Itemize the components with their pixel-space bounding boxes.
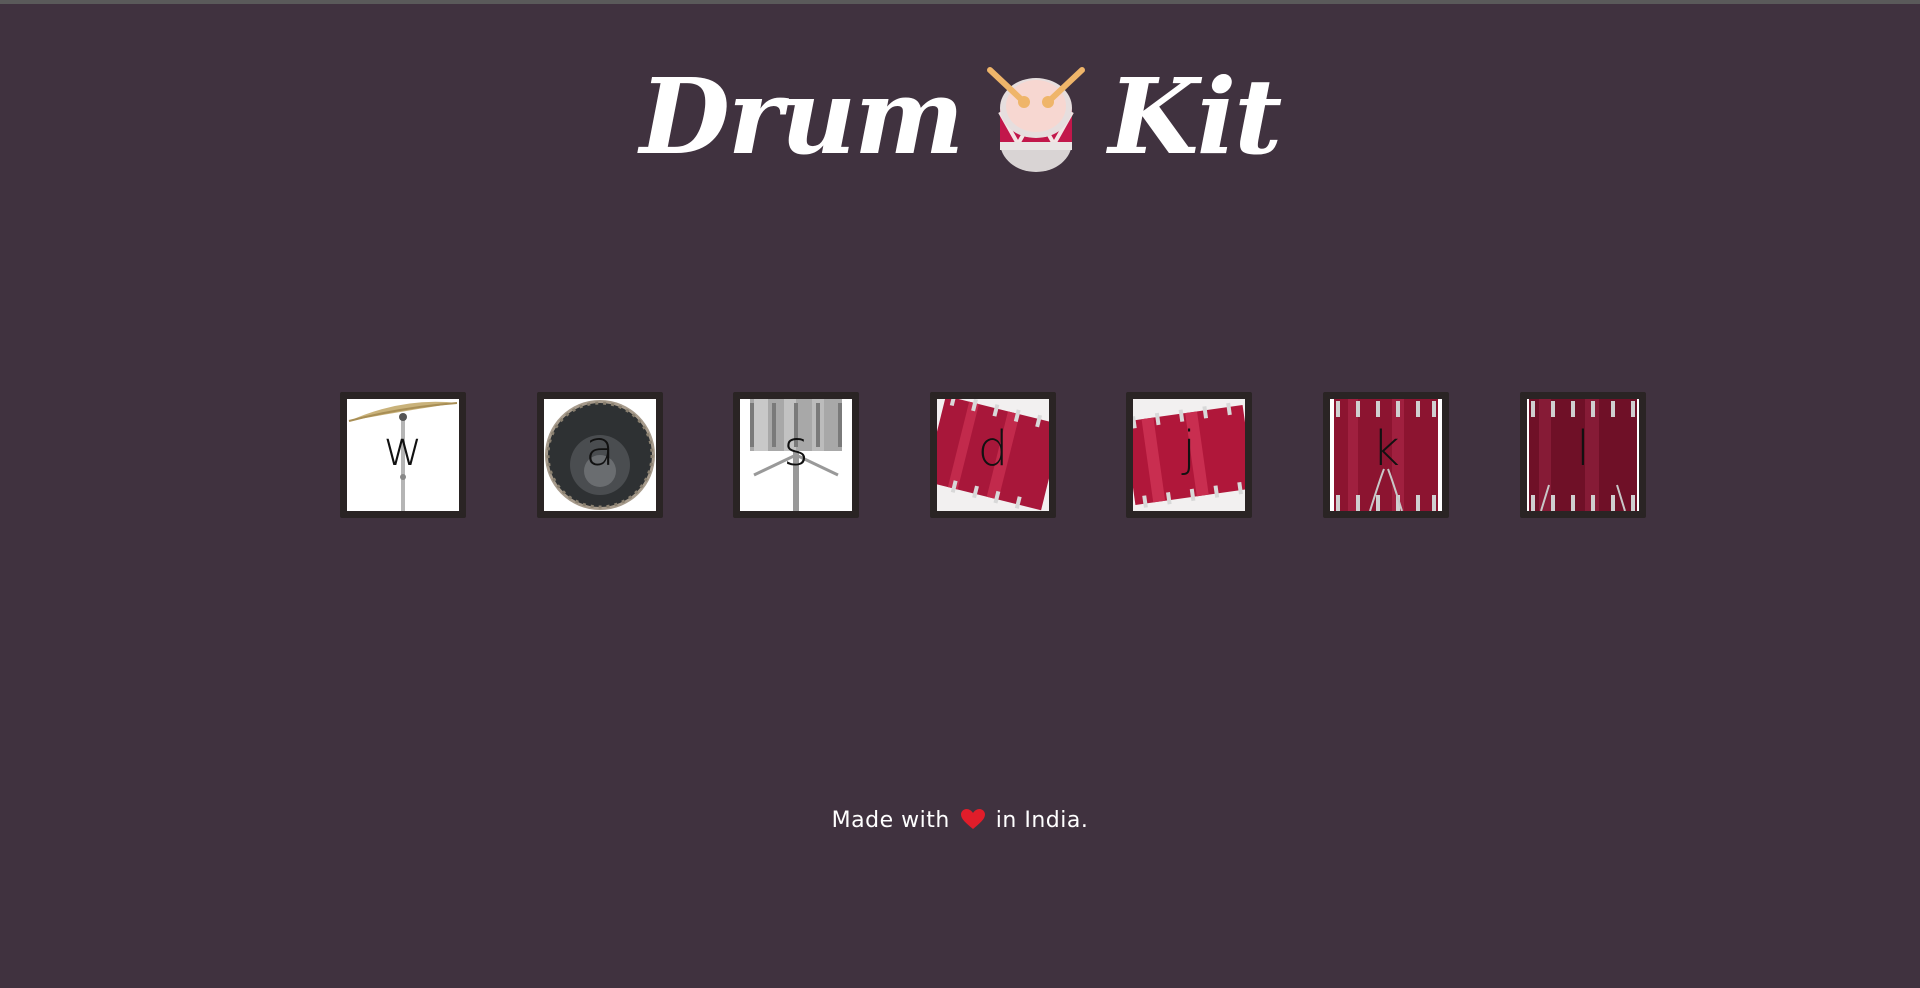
title-kit-word: Kit <box>1108 54 1282 178</box>
drum-button-s[interactable]: s <box>733 392 859 518</box>
title-drum-word: Drum <box>639 54 965 178</box>
drum-button-a[interactable]: a <box>537 392 663 518</box>
drum-set: w a s d j k l <box>340 392 1648 518</box>
page-title: Drum Kit <box>0 54 1920 178</box>
drum-key-label: k <box>1372 421 1400 477</box>
drum-button-l[interactable]: l <box>1520 392 1646 518</box>
drum-button-j[interactable]: j <box>1126 392 1252 518</box>
heart-icon <box>960 808 986 830</box>
drum-button-k[interactable]: k <box>1323 392 1449 518</box>
drum-key-label: j <box>1182 421 1196 477</box>
drum-button-w[interactable]: w <box>340 392 466 518</box>
footer-text-before: Made with <box>831 808 950 833</box>
drum-key-label: a <box>585 421 615 477</box>
drum-emoji-icon <box>984 64 1088 176</box>
drum-key-label: l <box>1576 421 1590 477</box>
drum-key-label: d <box>977 421 1009 477</box>
drum-key-label: s <box>783 421 809 477</box>
footer: Made with in India. <box>0 808 1920 833</box>
footer-text-after: in India. <box>995 808 1089 833</box>
drum-key-label: w <box>383 421 423 477</box>
drum-button-d[interactable]: d <box>930 392 1056 518</box>
